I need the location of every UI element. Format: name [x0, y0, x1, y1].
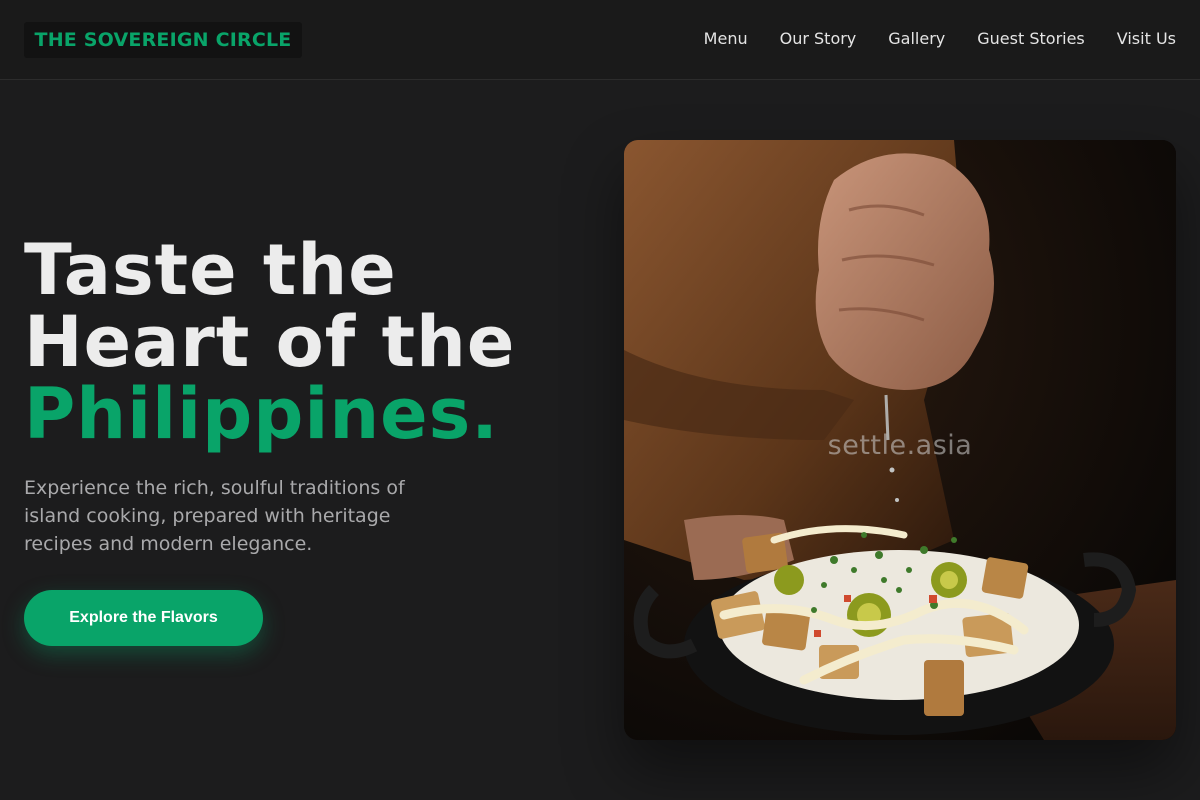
- nav-link-gallery[interactable]: Gallery: [888, 28, 945, 50]
- hero-title-accent: Philippines.: [24, 373, 499, 455]
- hero-food-image: settle.asia: [624, 140, 1176, 740]
- nav-link-guest-stories[interactable]: Guest Stories: [977, 28, 1085, 50]
- nav-link-visit-us[interactable]: Visit Us: [1117, 28, 1176, 50]
- nav-link-our-story[interactable]: Our Story: [780, 28, 857, 50]
- site-header: THE SOVEREIGN CIRCLE Menu Our Story Gall…: [0, 0, 1200, 80]
- explore-flavors-button[interactable]: Explore the Flavors: [24, 590, 263, 646]
- brand-logo[interactable]: THE SOVEREIGN CIRCLE: [24, 22, 302, 58]
- hero-title: Taste the Heart of the Philippines.: [24, 234, 515, 450]
- hero-title-line-2: Heart of the: [24, 301, 516, 383]
- hero-title-line-1: Taste the: [24, 229, 397, 311]
- main-nav: Menu Our Story Gallery Guest Stories Vis…: [704, 28, 1176, 50]
- nav-link-menu[interactable]: Menu: [704, 28, 748, 50]
- page: THE SOVEREIGN CIRCLE Menu Our Story Gall…: [0, 0, 1200, 800]
- hero-subtitle: Experience the rich, soulful traditions …: [24, 477, 405, 555]
- image-watermark: settle.asia: [827, 430, 973, 461]
